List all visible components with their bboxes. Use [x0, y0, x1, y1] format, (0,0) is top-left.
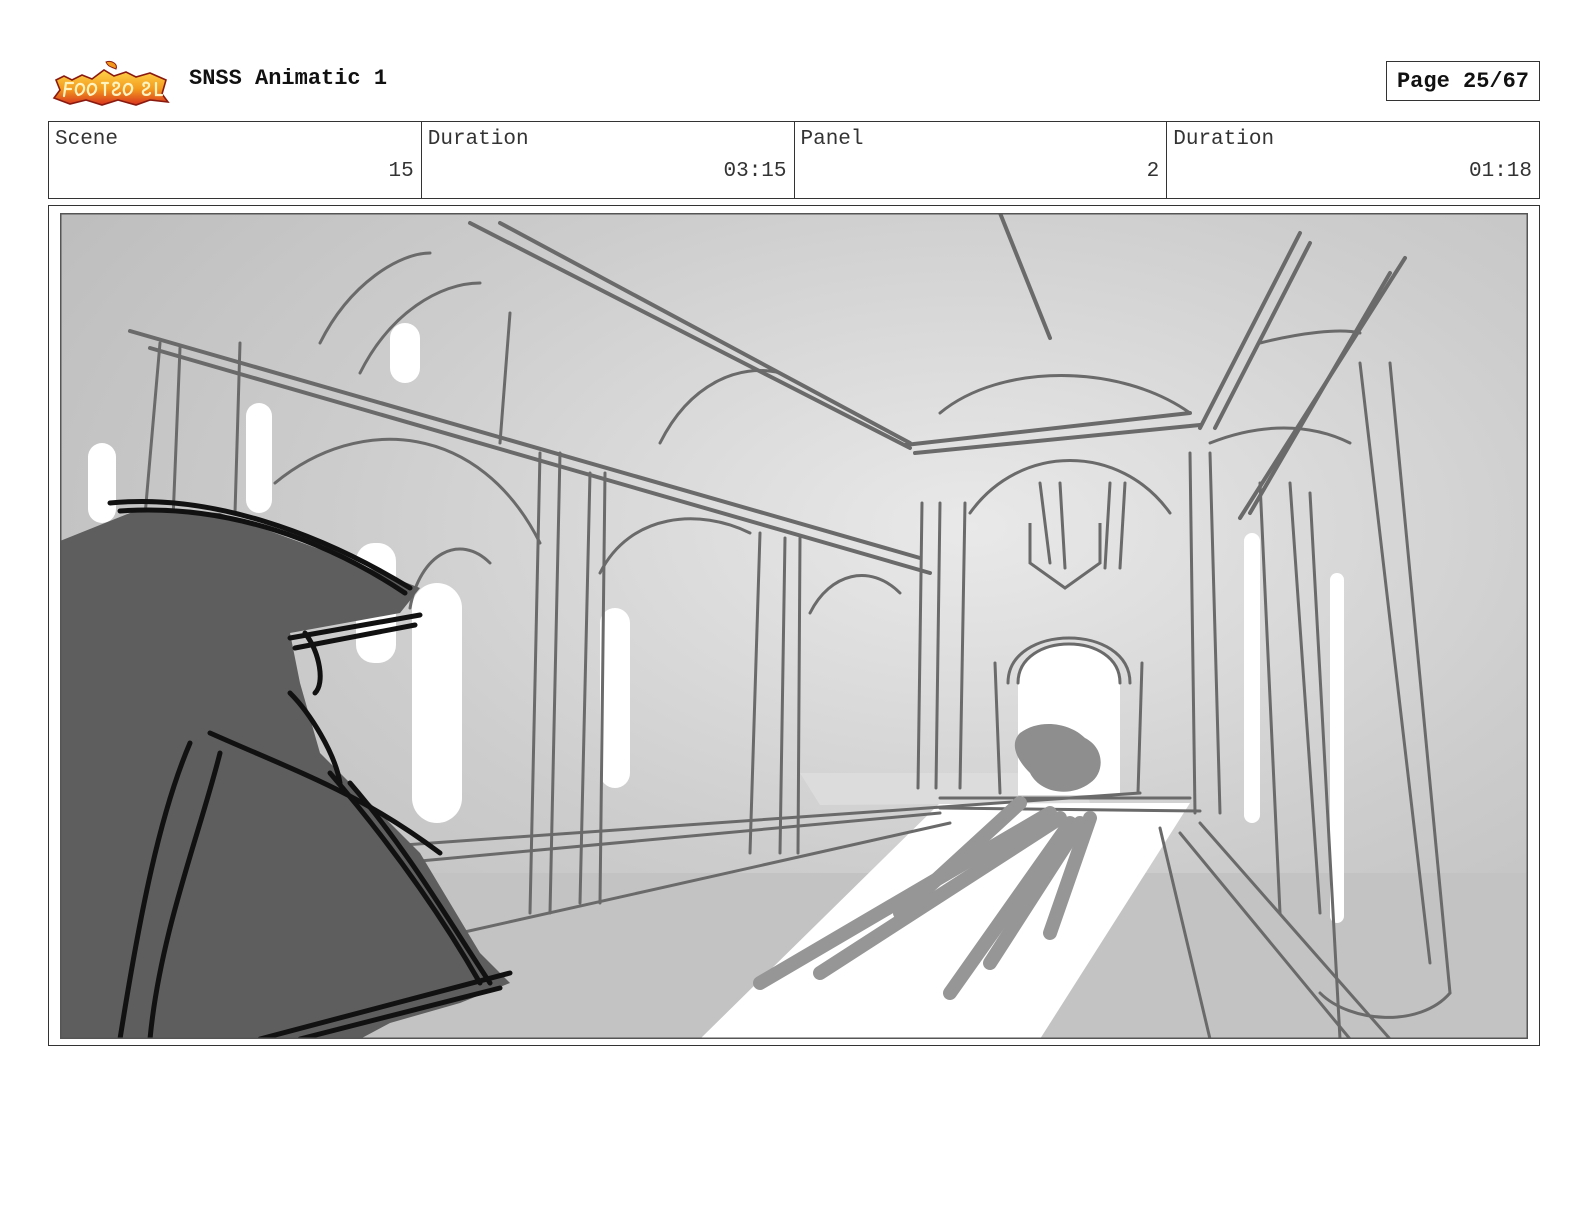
scene-duration-cell: Duration 03:15	[422, 122, 795, 198]
panel-duration-label: Duration	[1173, 128, 1275, 151]
storyboard-panel	[48, 205, 1540, 1046]
scene-value: 15	[388, 160, 414, 183]
page-indicator: Page 25/67	[1386, 61, 1540, 101]
shot-info-table: Scene 15 Duration 03:15 Panel 2 Duration…	[48, 121, 1540, 199]
storyboard-sketch	[60, 213, 1528, 1039]
scene-duration-label: Duration	[427, 128, 529, 151]
sir-foot-so-sneer-logo	[52, 61, 170, 106]
scene-cell: Scene 15	[49, 122, 422, 198]
panel-label: Panel	[800, 128, 864, 151]
panel-duration-cell: Duration 01:18	[1167, 122, 1539, 198]
scene-label: Scene	[55, 128, 119, 151]
document-title: SNSS Animatic 1	[189, 66, 388, 91]
panel-cell: Panel 2	[795, 122, 1168, 198]
panel-value: 2	[1146, 160, 1160, 183]
scene-duration-value: 03:15	[723, 160, 787, 183]
panel-duration-value: 01:18	[1468, 160, 1532, 183]
